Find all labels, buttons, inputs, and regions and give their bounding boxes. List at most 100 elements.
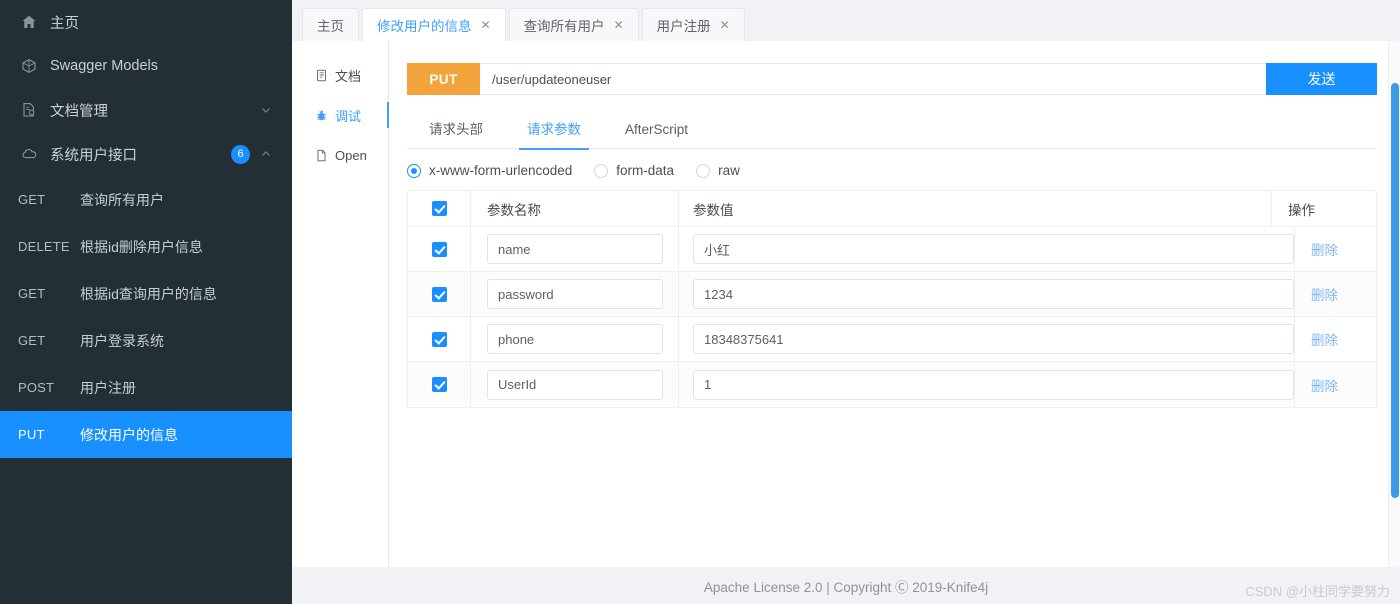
param-name-cell <box>471 272 679 316</box>
subnav-label: 文档 <box>335 68 362 84</box>
chevron-up-icon <box>260 148 272 160</box>
subnav-label: Open <box>335 147 367 163</box>
footer: Apache License 2.0 | Copyright Ⓒ 2019-Kn… <box>292 567 1400 604</box>
select-all-checkbox[interactable] <box>431 201 447 216</box>
tab-home[interactable]: 主页 <box>302 8 359 41</box>
sidebar-endpoint-delete-user-by-id[interactable]: DELETE 根据id删除用户信息 <box>0 223 292 270</box>
param-name-input[interactable] <box>487 279 663 309</box>
row-select-cell <box>408 227 471 271</box>
radio-label: x-www-form-urlencoded <box>429 163 573 178</box>
close-icon[interactable]: ✕ <box>481 19 491 31</box>
param-name-input[interactable] <box>487 234 663 264</box>
sidebar-item-home[interactable]: 主页 <box>0 0 292 44</box>
subnav-item-doc[interactable]: 文档 <box>292 55 388 95</box>
column-header-action: 操作 <box>1288 202 1315 218</box>
select-all-cell <box>408 191 471 226</box>
endpoint-name-label: 用户注册 <box>80 379 136 396</box>
request-url-bar: PUT 发送 <box>407 63 1377 95</box>
endpoint-name-label: 根据id查询用户的信息 <box>80 285 217 302</box>
param-value-cell <box>679 272 1295 316</box>
sidebar-endpoint-get-user-by-id[interactable]: GET 根据id查询用户的信息 <box>0 270 292 317</box>
tab-user-register[interactable]: 用户注册 ✕ <box>641 8 745 41</box>
request-section-tabs: 请求头部 请求参数 AfterScript <box>407 113 1377 150</box>
sub-navigation: 文档 调试 Open <box>292 41 389 568</box>
table-row: 删除 <box>408 362 1376 407</box>
tab-label: 用户注册 <box>656 19 711 34</box>
sidebar-endpoint-update-user[interactable]: PUT 修改用户的信息 <box>0 411 292 458</box>
row-checkbox[interactable] <box>431 331 447 347</box>
sidebar-item-system-user-api[interactable]: 系统用户接口 6 <box>0 132 292 176</box>
http-method-badge: PUT <box>407 63 480 95</box>
parameters-table: 参数名称 参数值 操作 name 小红 删除 password 1234 删除 … <box>407 190 1377 408</box>
tab-get-all-users[interactable]: 查询所有用户 ✕ <box>508 8 639 41</box>
doc-icon <box>314 68 328 82</box>
footer-text: Apache License 2.0 | Copyright Ⓒ 2019-Kn… <box>703 579 989 595</box>
sidebar-item-swagger-models[interactable]: Swagger Models <box>0 44 292 88</box>
column-header-name: 参数名称 <box>471 191 679 226</box>
param-value-input[interactable] <box>693 279 1294 309</box>
radio-raw[interactable]: raw <box>696 163 740 178</box>
tab-label: 查询所有用户 <box>523 19 605 34</box>
watermark: CSDN @小柱同学要努力 <box>1245 584 1390 599</box>
delete-row-button[interactable]: 删除 <box>1311 375 1338 395</box>
endpoint-name-label: 根据id删除用户信息 <box>80 238 203 255</box>
param-value-input[interactable] <box>693 324 1294 354</box>
vertical-scrollbar-thumb[interactable] <box>1391 83 1399 498</box>
bug-icon <box>314 108 328 122</box>
column-header-value: 参数值 <box>679 191 1272 226</box>
table-header-row: 参数名称 参数值 操作 <box>408 191 1376 227</box>
sidebar-endpoint-user-login[interactable]: GET 用户登录系统 <box>0 317 292 364</box>
close-icon[interactable]: ✕ <box>720 19 730 31</box>
document-manage-icon <box>20 101 38 119</box>
send-button[interactable]: 发送 <box>1266 63 1377 95</box>
http-method-label: GET <box>18 192 46 207</box>
file-icon <box>314 148 328 162</box>
endpoint-name-label: 查询所有用户 <box>80 191 164 208</box>
main-region: 主页 修改用户的信息 ✕ 查询所有用户 ✕ 用户注册 ✕ 文档 调试 Open … <box>292 0 1400 604</box>
sidebar-item-label: Swagger Models <box>50 58 158 74</box>
tab-update-user[interactable]: 修改用户的信息 ✕ <box>362 8 506 41</box>
tab-bar: 主页 修改用户的信息 ✕ 查询所有用户 ✕ 用户注册 ✕ <box>292 0 1400 41</box>
cube-icon <box>20 57 38 75</box>
knife4j-app: 主页 Swagger Models 文档管理 系统用户接口 6 GET 查询所有… <box>0 0 1400 604</box>
sidebar-item-document-manage[interactable]: 文档管理 <box>0 88 292 132</box>
row-checkbox[interactable] <box>431 241 447 257</box>
request-url-input[interactable] <box>480 63 1266 95</box>
radio-circle-icon <box>407 163 421 178</box>
param-name-input[interactable] <box>487 324 663 354</box>
tab-request-params[interactable]: 请求参数 <box>505 113 603 150</box>
delete-row-button[interactable]: 删除 <box>1311 284 1338 304</box>
http-method-label: DELETE <box>18 239 70 254</box>
row-action-cell: 删除 <box>1295 227 1399 271</box>
param-value-input[interactable] <box>693 234 1294 264</box>
close-icon[interactable]: ✕ <box>614 19 624 31</box>
tab-label: 主页 <box>317 19 344 34</box>
row-select-cell <box>408 272 471 316</box>
param-name-input[interactable] <box>487 369 663 400</box>
subnav-item-debug[interactable]: 调试 <box>292 95 389 135</box>
tab-after-script[interactable]: AfterScript <box>603 113 710 149</box>
body-area: 文档 调试 Open PUT /user/updateoneuser 发送 请求… <box>292 41 1400 604</box>
radio-x-www-form-urlencoded[interactable]: x-www-form-urlencoded <box>407 163 572 178</box>
tab-request-headers[interactable]: 请求头部 <box>407 113 505 149</box>
endpoint-name-label: 修改用户的信息 <box>80 426 178 443</box>
param-name-cell <box>471 317 679 361</box>
http-method-label: GET <box>18 333 46 348</box>
table-row: 删除 <box>408 317 1376 362</box>
row-checkbox[interactable] <box>431 286 447 302</box>
param-name-cell <box>471 227 679 271</box>
radio-form-data[interactable]: form-data <box>594 163 674 178</box>
table-row: 删除 <box>408 227 1376 272</box>
sidebar-endpoint-user-register[interactable]: POST 用户注册 <box>0 364 292 411</box>
param-value-input[interactable] <box>693 369 1294 400</box>
row-action-cell: 删除 <box>1295 317 1399 361</box>
sidebar-endpoint-get-all-users[interactable]: GET 查询所有用户 <box>0 176 292 223</box>
row-checkbox[interactable] <box>431 377 447 392</box>
vertical-scrollbar-track[interactable] <box>1388 41 1400 604</box>
row-action-cell: 删除 <box>1295 362 1399 407</box>
delete-row-button[interactable]: 删除 <box>1311 239 1338 259</box>
row-select-cell <box>408 317 471 361</box>
param-value-cell <box>679 362 1295 407</box>
delete-row-button[interactable]: 删除 <box>1311 329 1338 349</box>
subnav-item-open[interactable]: Open <box>292 135 388 175</box>
